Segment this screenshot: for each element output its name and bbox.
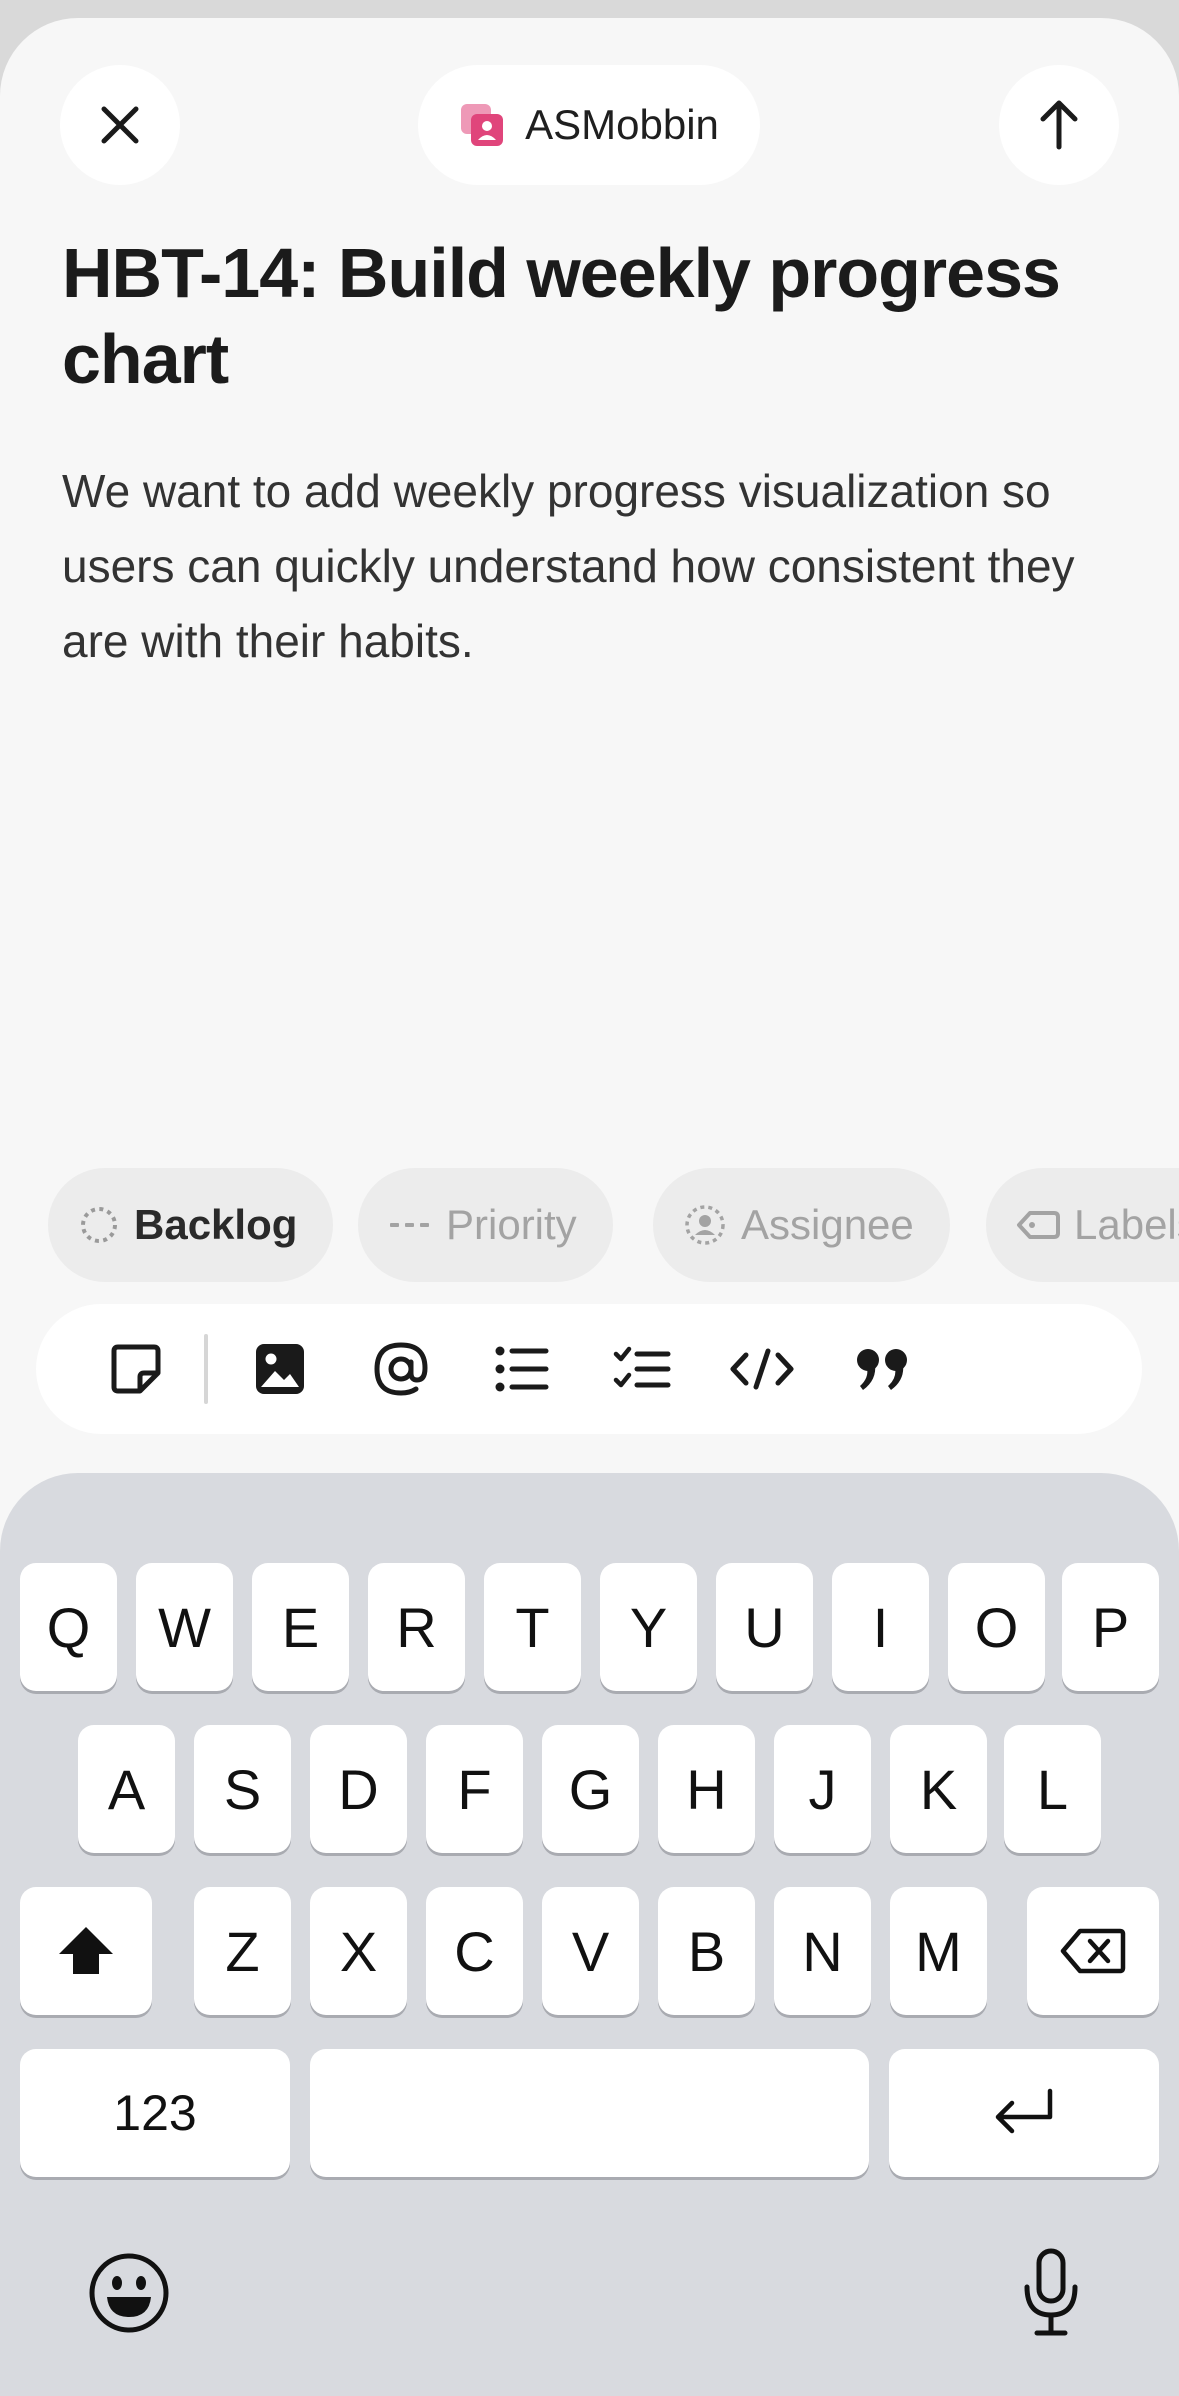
team-name: ASMobbin (525, 101, 719, 148)
assignee-chip[interactable]: Assignee (653, 1168, 950, 1282)
key-y[interactable]: Y (600, 1563, 697, 1691)
microphone-icon (1024, 2248, 1078, 2336)
priority-icon (390, 1223, 429, 1227)
key-z[interactable]: Z (194, 1887, 291, 2015)
shift-key[interactable] (20, 1887, 152, 2015)
backlog-status-icon (81, 1207, 117, 1243)
delete-key[interactable] (1027, 1887, 1159, 2015)
space-key[interactable] (310, 2049, 869, 2177)
key-u[interactable]: U (716, 1563, 813, 1691)
mention-icon (374, 1342, 428, 1396)
labels-chip[interactable]: Labels (986, 1168, 1179, 1282)
priority-chip-label: Priority (446, 1201, 577, 1248)
issue-description-field[interactable]: We want to add weekly progress visualiza… (62, 454, 1122, 679)
key-t[interactable]: T (484, 1563, 581, 1691)
key-k[interactable]: K (890, 1725, 987, 1853)
mention-button[interactable] (369, 1337, 433, 1401)
key-i[interactable]: I (832, 1563, 929, 1691)
key-e[interactable]: E (252, 1563, 349, 1691)
key-f[interactable]: F (426, 1725, 523, 1853)
team-selector[interactable]: ASMobbin (418, 65, 760, 185)
formatting-toolbar (36, 1304, 1142, 1434)
code-icon (730, 1348, 794, 1390)
checklist-button[interactable] (610, 1337, 674, 1401)
emoji-button[interactable] (84, 2248, 174, 2338)
issue-title-field[interactable]: HBT-14: Build weekly progress chart (62, 230, 1122, 402)
key-q[interactable]: Q (20, 1563, 117, 1691)
close-button[interactable] (60, 65, 180, 185)
toolbar-divider (204, 1334, 208, 1404)
key-s[interactable]: S (194, 1725, 291, 1853)
bullet-list-button[interactable] (490, 1337, 554, 1401)
compose-sheet: ASMobbin HBT-14: Build weekly progress c… (0, 18, 1179, 2396)
key-b[interactable]: B (658, 1887, 755, 2015)
sticker-icon (111, 1344, 161, 1394)
quote-icon (857, 1349, 907, 1390)
bullet-list-icon (495, 1346, 549, 1392)
key-r[interactable]: R (368, 1563, 465, 1691)
shift-icon (59, 1927, 113, 1974)
quote-button[interactable] (851, 1337, 915, 1401)
issue-properties: Backlog Priority Assignee Labels (48, 1168, 1179, 1282)
key-c[interactable]: C (426, 1887, 523, 2015)
return-icon (995, 2088, 1053, 2134)
key-h[interactable]: H (658, 1725, 755, 1853)
submit-button[interactable] (999, 65, 1119, 185)
key-v[interactable]: V (542, 1887, 639, 2015)
team-icon (461, 104, 504, 146)
arrow-up-icon (1040, 100, 1078, 150)
dictation-button[interactable] (1006, 2243, 1096, 2343)
return-key[interactable] (889, 2049, 1159, 2177)
key-j[interactable]: J (774, 1725, 871, 1853)
image-icon (256, 1344, 304, 1394)
keyboard: Q W E R T Y U I O P A S D F G H J K L Z … (0, 1473, 1179, 2396)
checklist-icon (613, 1346, 671, 1388)
labels-chip-label: Labels (1074, 1201, 1179, 1248)
close-icon (101, 106, 139, 144)
status-chip[interactable]: Backlog (48, 1168, 334, 1282)
key-n[interactable]: N (774, 1887, 871, 2015)
key-w[interactable]: W (136, 1563, 233, 1691)
key-p[interactable]: P (1062, 1563, 1159, 1691)
key-x[interactable]: X (310, 1887, 407, 2015)
key-l[interactable]: L (1004, 1725, 1101, 1853)
label-icon (1017, 1211, 1060, 1239)
assignee-icon (685, 1205, 725, 1245)
code-button[interactable] (730, 1337, 794, 1401)
key-m[interactable]: M (890, 1887, 987, 2015)
emoji-icon (89, 2253, 169, 2333)
numbers-key[interactable]: 123 (20, 2049, 290, 2177)
key-g[interactable]: G (542, 1725, 639, 1853)
key-o[interactable]: O (948, 1563, 1045, 1691)
delete-icon (1060, 1928, 1126, 1974)
image-button[interactable] (248, 1337, 312, 1401)
key-d[interactable]: D (310, 1725, 407, 1853)
key-a[interactable]: A (78, 1725, 175, 1853)
status-chip-label: Backlog (134, 1201, 298, 1248)
priority-chip[interactable]: Priority (358, 1168, 613, 1282)
sticker-button[interactable] (104, 1337, 168, 1401)
assignee-chip-label: Assignee (741, 1201, 914, 1248)
